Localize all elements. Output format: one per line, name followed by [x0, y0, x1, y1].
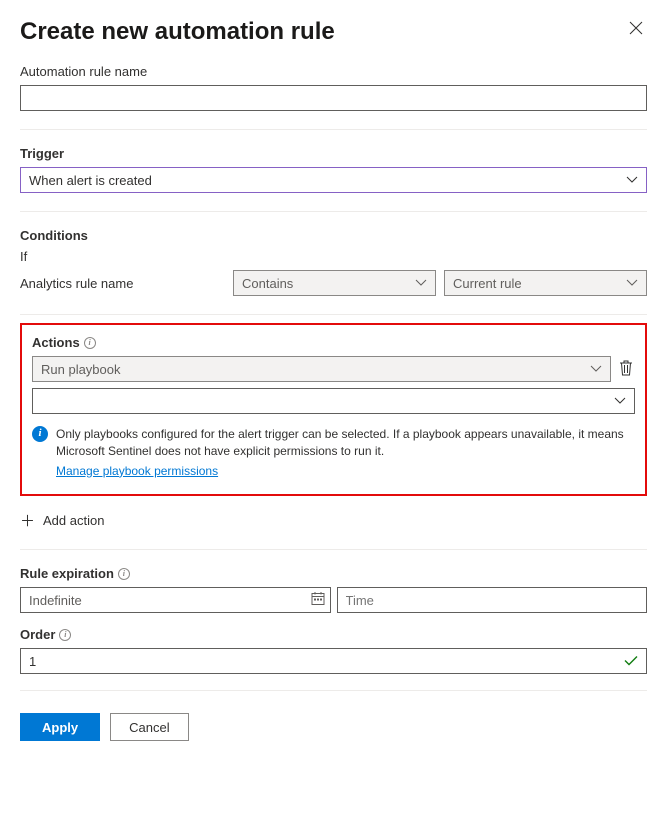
- expiration-time-input[interactable]: [337, 587, 648, 613]
- playbook-dropdown[interactable]: [32, 388, 635, 414]
- trigger-label: Trigger: [20, 146, 647, 161]
- close-button[interactable]: [625, 18, 647, 40]
- actions-highlight-box: Actions i Run playbook i Only playbooks …: [20, 323, 647, 496]
- condition-operator-dropdown[interactable]: Contains: [233, 270, 436, 296]
- trigger-dropdown[interactable]: When alert is created: [20, 167, 647, 193]
- conditions-label: Conditions: [20, 228, 647, 243]
- chevron-down-icon: [590, 365, 602, 373]
- conditions-if-label: If: [20, 249, 647, 264]
- trigger-selected: When alert is created: [29, 173, 152, 188]
- panel-title: Create new automation rule: [20, 18, 335, 46]
- divider: [20, 129, 647, 130]
- info-icon: i: [32, 426, 48, 442]
- action-type-dropdown[interactable]: Run playbook: [32, 356, 611, 382]
- plus-icon: ＋: [20, 510, 35, 531]
- divider: [20, 690, 647, 691]
- expiration-date-input[interactable]: [20, 587, 331, 613]
- manage-permissions-link[interactable]: Manage playbook permissions: [56, 463, 218, 480]
- info-text-content: Only playbooks configured for the alert …: [56, 427, 624, 458]
- order-value: 1: [29, 654, 36, 669]
- playbook-info-text: Only playbooks configured for the alert …: [56, 426, 635, 480]
- delete-action-button[interactable]: [617, 358, 635, 381]
- info-icon[interactable]: i: [84, 337, 96, 349]
- condition-value-selected: Current rule: [453, 276, 522, 291]
- checkmark-icon: [624, 654, 638, 669]
- trash-icon: [619, 360, 633, 376]
- rule-name-label: Automation rule name: [20, 64, 647, 79]
- rule-expiration-label: Rule expiration i: [20, 566, 647, 581]
- divider: [20, 549, 647, 550]
- apply-button[interactable]: Apply: [20, 713, 100, 741]
- order-label: Order i: [20, 627, 647, 642]
- rule-name-input[interactable]: [20, 85, 647, 111]
- order-input[interactable]: 1: [20, 648, 647, 674]
- divider: [20, 211, 647, 212]
- info-icon[interactable]: i: [118, 568, 130, 580]
- divider: [20, 314, 647, 315]
- chevron-down-icon: [626, 279, 638, 287]
- condition-value-dropdown[interactable]: Current rule: [444, 270, 647, 296]
- add-action-button[interactable]: ＋ Add action: [20, 510, 647, 531]
- condition-field-label: Analytics rule name: [20, 276, 225, 291]
- chevron-down-icon: [614, 397, 626, 405]
- actions-label-text: Actions: [32, 335, 80, 350]
- add-action-label: Add action: [43, 513, 104, 528]
- condition-operator-value: Contains: [242, 276, 293, 291]
- chevron-down-icon: [626, 176, 638, 184]
- action-type-selected: Run playbook: [41, 362, 121, 377]
- chevron-down-icon: [415, 279, 427, 287]
- cancel-button[interactable]: Cancel: [110, 713, 188, 741]
- actions-label: Actions i: [32, 335, 635, 350]
- rule-expiration-text: Rule expiration: [20, 566, 114, 581]
- close-icon: [629, 21, 643, 35]
- info-icon[interactable]: i: [59, 629, 71, 641]
- order-label-text: Order: [20, 627, 55, 642]
